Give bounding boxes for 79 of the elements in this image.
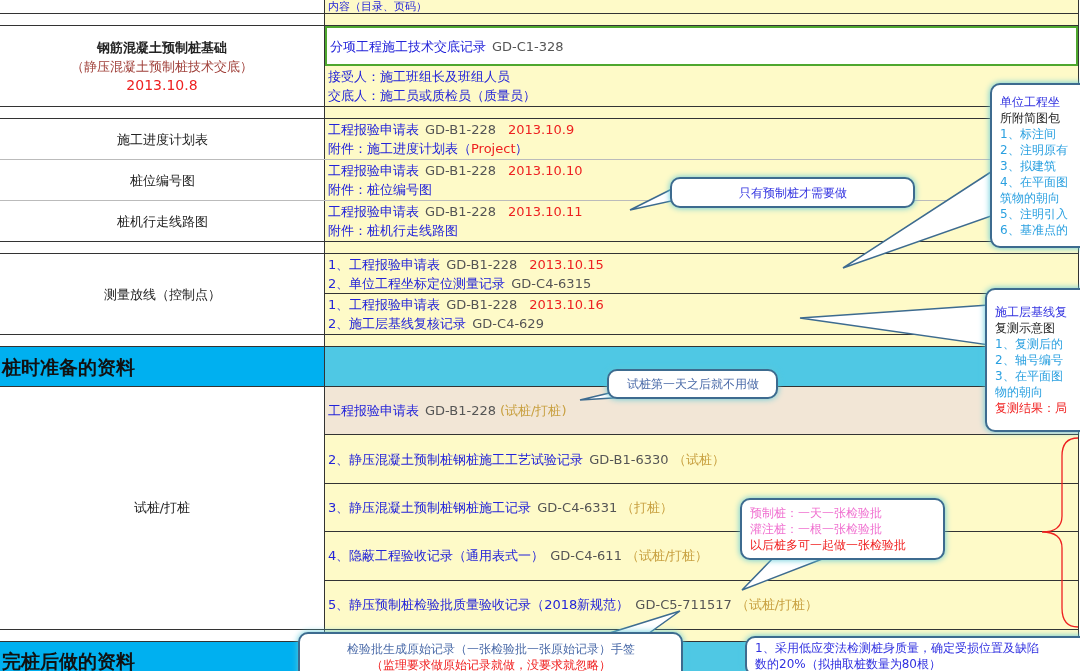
- form-code: GD-C4-6331: [537, 498, 618, 517]
- category-label: 钢筋混凝土预制桩基础: [97, 38, 227, 57]
- form-code: GD-B1-228: [446, 255, 518, 274]
- date-text: 2013.10.15: [529, 255, 604, 274]
- form-code: GD-B1-228: [446, 296, 518, 314]
- document-title: 5、静压预制桩检验批质量验收记录（2018新规范）: [328, 596, 630, 615]
- category-label: 桩位编号图: [129, 171, 195, 190]
- category-label: 桩机行走线路图: [116, 212, 208, 231]
- callout-text: 3、拟建筑: [1000, 157, 1057, 174]
- callout-text: 5、注明引入: [1000, 205, 1069, 222]
- category-label: 施工进度计划表: [116, 130, 208, 149]
- document-title: 附件：桩机行走线路图: [328, 222, 458, 240]
- form-code: GD-B1-6330: [589, 450, 669, 469]
- callout-text: 3、在平面图: [995, 368, 1064, 384]
- form-code: GD-C1-328: [492, 37, 564, 56]
- section-title: 完桩后做的资料: [2, 650, 135, 671]
- document-title: 交底人：施工员或质检员（质量员）: [328, 87, 536, 105]
- callout-text: 物的朝向: [995, 384, 1044, 400]
- form-code: GD-B1-228: [425, 121, 496, 139]
- callout-text: 检验批生成原始记录（一张检验批一张原始记录）手签: [346, 641, 635, 657]
- column-header: 内容（目录、页码）: [328, 0, 427, 13]
- stage-tag: （试桩/打桩）: [625, 546, 709, 566]
- software-name: Project: [471, 140, 516, 158]
- document-title: 4、隐蔽工程验收记录（通用表式一）: [328, 547, 545, 566]
- document-title: 附件：施工进度计划表（: [328, 140, 471, 158]
- callout-text: 复测结果：局: [995, 400, 1068, 416]
- category-label: （静压混凝土预制桩技术交底）: [71, 57, 253, 76]
- category-label: 测量放线（控制点）: [103, 285, 221, 304]
- callout-text: 以后桩多可一起做一张检验批: [750, 537, 907, 553]
- form-code: GD-C5-711517: [635, 596, 732, 615]
- stage-tag: （试桩/打桩）: [735, 595, 819, 615]
- callout-text: 1、标注间: [1000, 125, 1057, 142]
- date-text: 2013.10.11: [508, 203, 583, 221]
- callout-text: 6、基准点的: [1000, 221, 1069, 238]
- document-title: 3、静压混凝土预制桩钢桩施工记录: [328, 498, 532, 517]
- callout-text: 筑物的朝向: [1000, 189, 1061, 206]
- form-code: GD-B1-228: [425, 162, 496, 180]
- form-code: GD-C4-629: [472, 315, 544, 333]
- callout-text: 1、采用低应变法检测桩身质量，确定受损位置及缺陷: [755, 640, 1040, 656]
- callout-text: （监理要求做原始记录就做，没要求就忽略）: [370, 657, 611, 671]
- callout-text: 试桩第一天之后就不用做: [626, 376, 759, 392]
- form-code: GD-B1-228: [425, 203, 496, 221]
- callout-text: 灌注桩：一根一张检验批: [750, 521, 883, 537]
- document-title: ）: [515, 140, 529, 158]
- document-title: 接受人：施工班组长及班组人员: [328, 68, 510, 86]
- stage-tag: (试桩/打桩): [500, 401, 567, 421]
- category-label: 试桩/打桩: [133, 499, 191, 518]
- document-title: 附件：桩位编号图: [328, 181, 432, 199]
- date-text: 2013.10.9: [508, 121, 575, 139]
- category-label: 2013.10.8: [126, 75, 198, 95]
- callout-text: 1、复测后的: [995, 336, 1064, 352]
- date-text: 2013.10.10: [508, 162, 583, 180]
- form-code: GD-C4-6315: [511, 274, 592, 293]
- document-title: 工程报验申请表: [328, 203, 419, 221]
- callout-text: 复测示意图: [995, 320, 1056, 336]
- document-title: 1、工程报验申请表: [328, 296, 441, 314]
- document-title: 工程报验申请表: [328, 162, 419, 180]
- callout-text: 2、注明原有: [1000, 141, 1069, 158]
- document-title: 2、静压混凝土预制桩钢桩施工工艺试验记录: [328, 450, 584, 469]
- document-title: 2、施工层基线复核记录: [328, 315, 467, 333]
- callout-text: 所附简图包: [1000, 109, 1061, 126]
- date-text: 2013.10.16: [529, 296, 604, 314]
- document-title: 2、单位工程坐标定位测量记录: [328, 274, 506, 293]
- document-title: 1、工程报验申请表: [328, 255, 441, 274]
- document-title: 工程报验申请表: [328, 402, 419, 421]
- stage-tag: （打桩）: [621, 497, 674, 517]
- document-title: 工程报验申请表: [328, 121, 419, 139]
- callout-text: 单位工程坐: [1000, 93, 1061, 110]
- stage-tag: （试桩）: [672, 449, 725, 469]
- form-code: GD-B1-228: [425, 402, 496, 421]
- document-title: 分项工程施工技术交底记录: [330, 37, 486, 56]
- callout-text: 预制桩：一天一张检验批: [750, 505, 883, 521]
- callout-text: 只有预制桩才需要做: [738, 184, 847, 201]
- section-title: 桩时准备的资料: [2, 355, 135, 378]
- callout-text: 施工层基线复: [995, 304, 1068, 320]
- callout-text: 4、在平面图: [1000, 173, 1069, 190]
- form-code: GD-C4-611: [550, 547, 622, 566]
- callout-text: 数的20%（拟抽取桩数量为80根）: [755, 656, 942, 671]
- callout-text: 2、轴号编号: [995, 352, 1064, 368]
